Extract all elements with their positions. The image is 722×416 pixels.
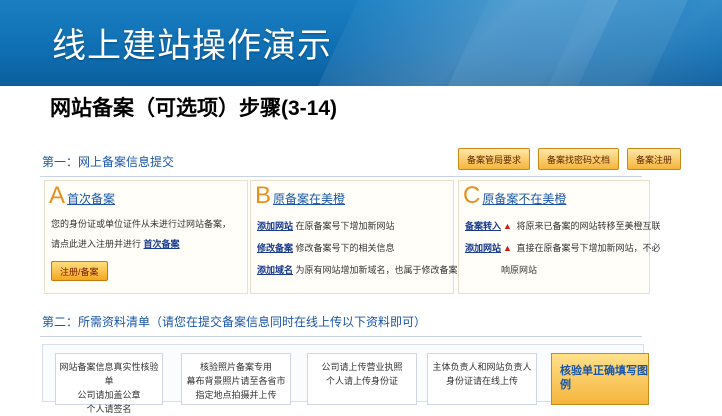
top-button-group: 备案管局要求 备案找密码文档 备案注册	[458, 148, 682, 170]
card-line: 核验照片备案专用	[199, 362, 272, 372]
panel-letter: B	[255, 182, 272, 209]
add-domain-link[interactable]: 添加域名	[257, 265, 293, 275]
first-filing-inline-link[interactable]: 首次备案	[144, 239, 180, 249]
panel-row-text: 修改备案号下的相关信息	[295, 243, 395, 253]
panel-title: C 原备案不在美橙	[463, 183, 566, 209]
document-card: 主体负责人和网站负责人 身份证请在线上传	[427, 353, 537, 405]
filing-cancel-button[interactable]: 备案注册	[627, 148, 682, 170]
add-website-link[interactable]: 添加网站	[465, 243, 501, 253]
card-line: 幕布背景照片请至各省市	[186, 376, 286, 386]
divider	[40, 336, 642, 337]
document-card: 网站备案信息真实性核验单 公司请加盖公章 个人请签名	[55, 353, 163, 414]
register-filing-button[interactable]: 注册/备案	[51, 261, 108, 281]
first-filing-link[interactable]: 首次备案	[67, 190, 115, 207]
panel-letter: A	[49, 182, 66, 209]
panel-row: 添加网站 在原备案号下增加新网站	[257, 219, 395, 232]
filing-password-doc-button[interactable]: 备案找密码文档	[538, 148, 620, 170]
panel-row-text: 为原有网站增加新域名，也属于修改备案	[295, 265, 458, 275]
card-line: 主体负责人和网站负责人	[432, 362, 532, 372]
step-subtitle: 网站备案（可选项）步骤(3-14)	[50, 97, 338, 120]
filing-page-screenshot: 第一：网上备案信息提交 备案管局要求 备案找密码文档 备案注册 A 首次备案 您…	[36, 140, 722, 414]
panel-text: 请点此进入注册并进行 首次备案	[51, 237, 180, 250]
required-documents-list: 网站备案信息真实性核验单 公司请加盖公章 个人请签名 核验照片备案专用 幕布背景…	[42, 344, 649, 414]
panel-original-filing-here: B 原备案在美橙 添加网站 在原备案号下增加新网站 修改备案 修改备案号下的相关…	[250, 180, 458, 294]
panel-row-text: 直接在原备案号下增加新网站，不必	[516, 243, 661, 253]
original-filing-elsewhere-link[interactable]: 原备案不在美橙	[482, 190, 566, 207]
verification-form-example-button[interactable]: 核验单正确填写图例	[551, 353, 649, 405]
panel-title: B 原备案在美橙	[255, 183, 345, 209]
panel-original-filing-elsewhere: C 原备案不在美橙 备案转入 ▲ 将原来已备案的网站转移至美橙互联 添加网站 ▲ 直…	[458, 180, 660, 294]
panel-letter: C	[463, 182, 481, 209]
card-line: 身份证请在线上传	[445, 376, 518, 386]
panel-row-text: 将原来已备案的网站转移至美橙互联	[516, 221, 661, 231]
slide-title: 线上建站操作演示	[52, 27, 332, 65]
title-banner: 线上建站操作演示	[0, 0, 722, 86]
panel-title: A 首次备案	[49, 183, 115, 209]
panel-row-text: 响原网站	[501, 265, 538, 275]
card-line: 个人请签名	[86, 404, 132, 414]
document-card: 核验照片备案专用 幕布背景照片请至各省市 指定地点拍摄并上传	[181, 353, 291, 405]
modify-filing-link[interactable]: 修改备案	[257, 243, 293, 253]
panel-row: 备案转入 ▲ 将原来已备案的网站转移至美橙互联	[465, 219, 660, 232]
transfer-filing-link[interactable]: 备案转入	[465, 221, 501, 231]
triangle-right-icon: ▲	[503, 221, 512, 231]
card-line: 公司请上传营业执照	[321, 362, 403, 372]
section-1-header: 第一：网上备案信息提交	[42, 154, 175, 169]
section-2-header: 第二：所需资料清单（请您在提交备案信息同时在线上传以下资料即可）	[42, 314, 427, 329]
document-card: 公司请上传营业执照 个人请上传身份证	[307, 353, 417, 405]
panel-row: 添加域名 为原有网站增加新域名，也属于修改备案	[257, 263, 458, 276]
add-website-link[interactable]: 添加网站	[257, 221, 293, 231]
triangle-right-icon: ▲	[503, 243, 512, 253]
divider	[40, 176, 642, 177]
filing-requirements-button[interactable]: 备案管局要求	[458, 148, 531, 170]
panel-row-text: 在原备案号下增加新网站	[295, 221, 395, 231]
panel-first-filing: A 首次备案 您的身份证或单位证件从未进行过网站备案， 请点此进入注册并进行 首…	[44, 180, 248, 294]
original-filing-here-link[interactable]: 原备案在美橙	[273, 190, 345, 207]
panel-text: 您的身份证或单位证件从未进行过网站备案，	[51, 219, 232, 229]
panel-row: 修改备案 修改备案号下的相关信息	[257, 241, 395, 254]
panel-text-prefix: 请点此进入注册并进行	[51, 239, 142, 249]
panel-row: 添加网站 ▲ 直接在原备案号下增加新网站，不必	[465, 241, 660, 254]
card-line: 个人请上传身份证	[325, 376, 398, 386]
card-line: 网站备案信息真实性核验单	[59, 362, 159, 386]
